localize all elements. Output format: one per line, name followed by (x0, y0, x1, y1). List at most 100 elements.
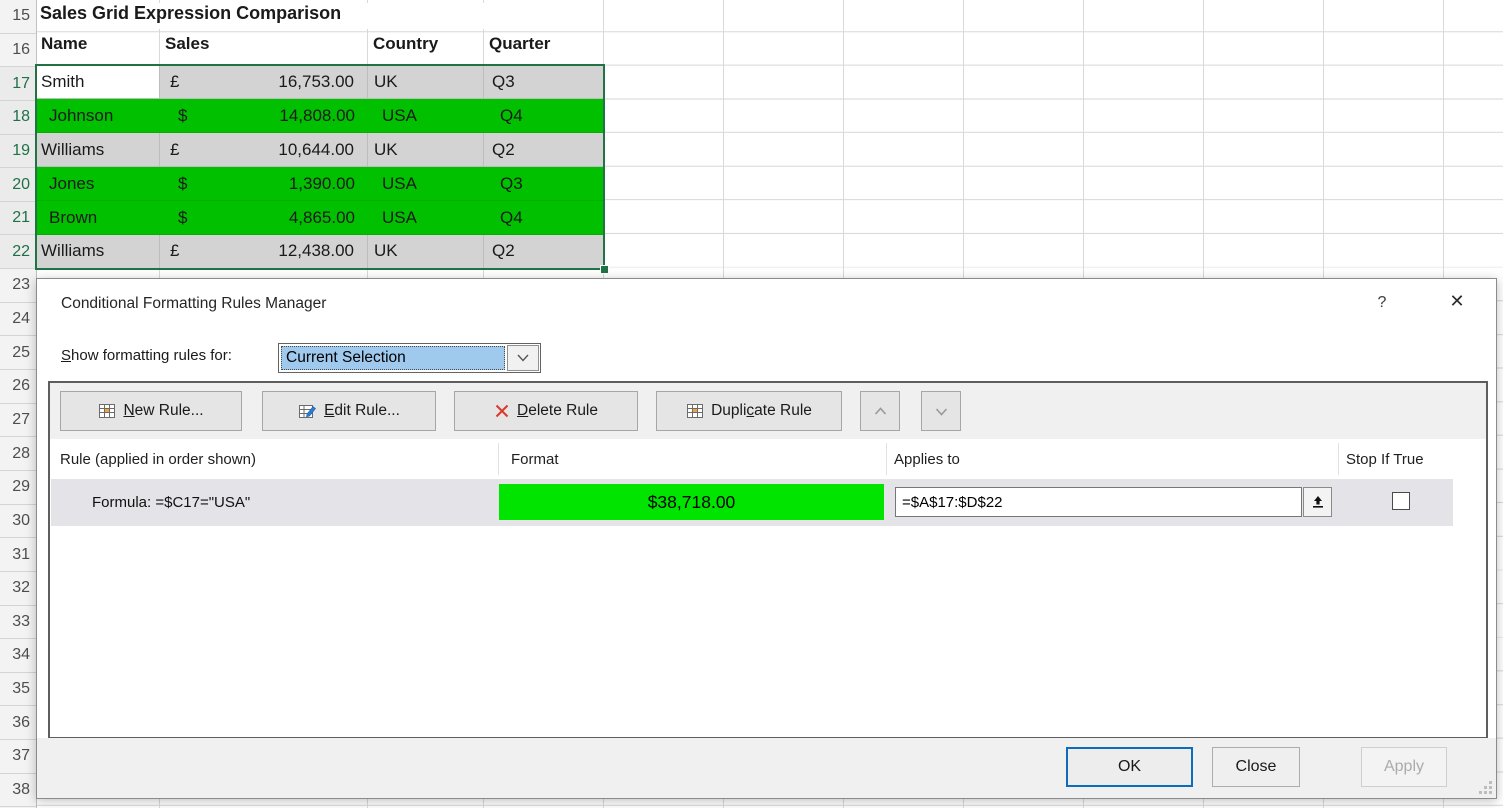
sheet-title-cell[interactable]: Sales Grid Expression Comparison (40, 3, 508, 29)
cell-name[interactable]: Johnson (36, 99, 160, 133)
resize-grip[interactable] (1479, 781, 1492, 794)
cell-name[interactable]: Williams (36, 133, 160, 167)
cell-quarter[interactable]: Q4 (484, 99, 604, 133)
row-header[interactable]: 15 (0, 0, 36, 34)
table-row: Brown $4,865.00 USA Q4 (36, 201, 604, 235)
new-rule-icon (98, 403, 116, 419)
row-header[interactable]: 20 (0, 168, 36, 202)
column-header-quarter[interactable]: Quarter (484, 34, 604, 64)
close-icon[interactable]: ✕ (1443, 291, 1471, 317)
close-button[interactable]: Close (1212, 747, 1300, 787)
column-separator (498, 443, 499, 475)
row-header[interactable]: 22 (0, 235, 36, 269)
column-header-sales[interactable]: Sales (160, 34, 368, 64)
amount: 10,644.00 (278, 140, 354, 160)
row-header[interactable]: 19 (0, 135, 36, 169)
row-header[interactable]: 18 (0, 101, 36, 135)
accel-letter: S (61, 347, 71, 364)
ok-button[interactable]: OK (1066, 747, 1193, 787)
cell-quarter[interactable]: Q2 (484, 235, 604, 269)
row-header[interactable]: 25 (0, 336, 36, 370)
cell-quarter[interactable]: Q3 (484, 66, 604, 100)
cell-sales[interactable]: $1,390.00 (160, 167, 368, 201)
cf-rules-manager-dialog: Conditional Formatting Rules Manager ? ✕… (36, 278, 1497, 799)
edit-rule-icon (298, 403, 317, 420)
fill-handle[interactable] (600, 265, 609, 274)
row-header[interactable]: 33 (0, 606, 36, 640)
row-header[interactable]: 31 (0, 538, 36, 572)
currency-symbol: $ (178, 208, 187, 228)
row-header[interactable]: 35 (0, 673, 36, 707)
column-header-name[interactable]: Name (36, 34, 160, 64)
cell-country[interactable]: USA (368, 167, 484, 201)
chevron-down-icon (935, 407, 948, 416)
help-button[interactable]: ? (1371, 294, 1393, 316)
column-header-country[interactable]: Country (368, 34, 484, 64)
row-header[interactable]: 30 (0, 505, 36, 539)
cell-quarter[interactable]: Q3 (484, 167, 604, 201)
cell-name[interactable]: Jones (36, 167, 160, 201)
duplicate-rule-button[interactable]: Duplicate Rule (656, 391, 842, 431)
row-header[interactable]: 34 (0, 639, 36, 673)
chevron-up-icon (874, 407, 887, 416)
move-rule-up-button[interactable] (860, 391, 900, 431)
amount: 12,438.00 (278, 241, 354, 261)
rules-list-header: Rule (applied in order shown) Format App… (50, 439, 1486, 479)
button-label: Edit Rule... (324, 402, 400, 420)
header-format: Format (511, 439, 559, 479)
show-rules-dropdown[interactable]: Current Selection (278, 343, 541, 373)
cell-country[interactable]: USA (368, 99, 484, 133)
header-stop-if-true: Stop If True (1346, 439, 1424, 479)
edit-rule-button[interactable]: Edit Rule... (262, 391, 436, 431)
row-header[interactable]: 21 (0, 202, 36, 236)
row-header[interactable]: 28 (0, 437, 36, 471)
row-header[interactable]: 23 (0, 269, 36, 303)
cell-sales[interactable]: £12,438.00 (160, 235, 368, 269)
cell-quarter[interactable]: Q4 (484, 201, 604, 235)
cell-name[interactable]: Smith (36, 66, 160, 100)
button-label: Delete Rule (517, 402, 598, 420)
currency-symbol: £ (170, 140, 179, 160)
row-header[interactable]: 24 (0, 303, 36, 337)
currency-symbol: £ (170, 72, 179, 92)
cell-name[interactable]: Brown (36, 201, 160, 235)
row-header[interactable]: 29 (0, 471, 36, 505)
chevron-down-icon[interactable] (507, 345, 539, 371)
collapse-dialog-icon[interactable] (1303, 487, 1332, 517)
format-preview: $38,718.00 (499, 484, 884, 520)
header-applies-to: Applies to (894, 439, 960, 479)
cell-sales[interactable]: $14,808.00 (160, 99, 368, 133)
row-header[interactable]: 27 (0, 404, 36, 438)
rule-description: Formula: =$C17="USA" (92, 479, 250, 526)
table-row: Williams £12,438.00 UK Q2 (36, 235, 604, 269)
row-header[interactable]: 26 (0, 370, 36, 404)
new-rule-button[interactable]: New Rule... (60, 391, 242, 431)
applies-to-input[interactable] (895, 487, 1302, 517)
delete-rule-button[interactable]: Delete Rule (454, 391, 638, 431)
rule-list-item[interactable]: Formula: =$C17="USA" $38,718.00 (51, 479, 1453, 526)
column-separator (1338, 443, 1339, 475)
row-header[interactable]: 37 (0, 740, 36, 774)
cell-country[interactable]: UK (368, 66, 484, 100)
cell-sales[interactable]: £10,644.00 (160, 133, 368, 167)
cell-name[interactable]: Williams (36, 235, 160, 269)
cell-country[interactable]: UK (368, 133, 484, 167)
rules-toolbar: New Rule... Edit Rule... Delete Rule Dup… (50, 383, 1486, 439)
move-rule-down-button[interactable] (921, 391, 961, 431)
row-header-column: 15 16 17 18 19 20 21 22 23 24 25 26 27 2… (0, 0, 37, 808)
cell-country[interactable]: USA (368, 201, 484, 235)
cell-country[interactable]: UK (368, 235, 484, 269)
delete-icon (494, 403, 510, 419)
cell-sales[interactable]: $4,865.00 (160, 201, 368, 235)
cell-quarter[interactable]: Q2 (484, 133, 604, 167)
row-header[interactable]: 17 (0, 67, 36, 101)
button-label: Duplicate Rule (711, 402, 812, 420)
cell-sales[interactable]: £16,753.00 (160, 66, 368, 100)
row-header[interactable]: 32 (0, 572, 36, 606)
stop-if-true-checkbox[interactable] (1392, 492, 1410, 510)
table-row: Johnson $14,808.00 USA Q4 (36, 99, 604, 133)
row-header[interactable]: 38 (0, 774, 36, 808)
row-header[interactable]: 16 (0, 34, 36, 68)
row-header[interactable]: 36 (0, 706, 36, 740)
table-header-row: Name Sales Country Quarter (36, 34, 604, 64)
